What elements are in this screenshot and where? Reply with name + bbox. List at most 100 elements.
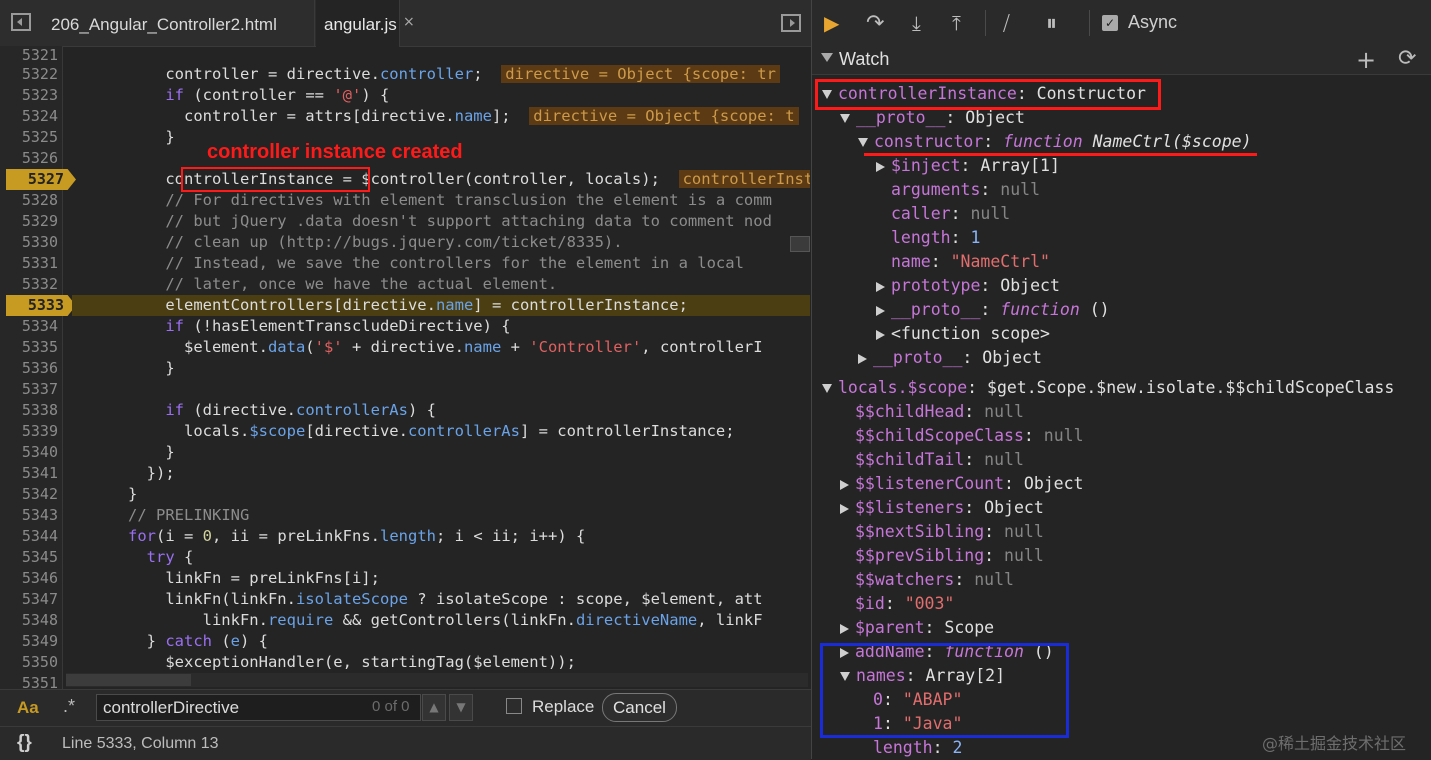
pause-on-exceptions-icon[interactable]: ⏸	[1046, 11, 1057, 36]
tree-row-proto2[interactable]: __proto__: Object	[858, 346, 1042, 370]
search-result-count: 0 of 0	[372, 698, 410, 715]
code-line-5322: controller = directive.controller; direc…	[72, 64, 810, 85]
tree-row-name: name: "NameCtrl"	[891, 252, 1050, 271]
cancel-button[interactable]: Cancel	[602, 693, 677, 722]
tree-row-nextsibling: $$nextSibling: null	[855, 522, 1044, 541]
scroll-marker[interactable]	[790, 236, 810, 252]
line-number[interactable]: 5331	[0, 253, 60, 274]
line-number[interactable]: 5335	[0, 337, 60, 358]
tree-row-parent[interactable]: $parent: Scope	[840, 616, 994, 640]
annotation-box-controllerinstance	[181, 167, 370, 192]
code-line-5331: // Instead, we save the controllers for …	[165, 254, 744, 272]
tree-row-function-scope[interactable]: <function scope>	[876, 322, 1050, 346]
code-line-5335: $element.data('$' + directive.name + 'Co…	[72, 338, 763, 356]
line-number[interactable]: 5325	[0, 127, 60, 148]
close-icon[interactable]: ×	[403, 14, 415, 30]
toggle-navigator-icon[interactable]	[11, 13, 31, 31]
tree-row-inject[interactable]: $inject: Array[1]	[876, 154, 1060, 178]
watch-item-locals-scope[interactable]: locals.$scope: $get.Scope.$new.isolate.$…	[822, 376, 1394, 400]
line-number[interactable]: 5344	[0, 526, 60, 547]
horizontal-scrollbar[interactable]	[66, 673, 808, 687]
pretty-print-icon[interactable]: {}	[17, 732, 32, 754]
search-next-button[interactable]: ▼	[449, 694, 473, 721]
line-number[interactable]: 5323	[0, 85, 60, 106]
match-case-toggle[interactable]: Aa	[17, 698, 39, 718]
code-line-5336: }	[72, 359, 175, 377]
code-line-5345: try {	[146, 548, 194, 566]
code-line-5341: });	[72, 464, 175, 482]
line-number[interactable]: 5349	[0, 631, 60, 652]
code-line-5350: $exceptionHandler(e, startingTag($elemen…	[72, 653, 576, 671]
line-number[interactable]: 5345	[0, 547, 60, 568]
annotation-underline-constructor	[864, 153, 1257, 156]
tree-row-prototype[interactable]: prototype: Object	[876, 274, 1060, 298]
line-number[interactable]: 5350	[0, 652, 60, 673]
line-number[interactable]: 5328	[0, 190, 60, 211]
tree-row-childhead: $$childHead: null	[855, 402, 1024, 421]
line-number[interactable]: 5330	[0, 232, 60, 253]
line-number[interactable]: 5332	[0, 274, 60, 295]
debugger-toolbar: ▶ ↷ ⤓ ⤒ ⧸ ⏸ ✓ Async	[812, 0, 1431, 47]
search-prev-button[interactable]: ▲	[422, 694, 446, 721]
deactivate-breakpoints-icon[interactable]: ⧸	[1003, 11, 1010, 35]
code-line-5343: // PRELINKING	[128, 506, 250, 524]
line-number[interactable]: 5341	[0, 463, 60, 484]
toggle-debugger-icon[interactable]	[781, 14, 801, 32]
annotation-box-watch-controllerinstance	[815, 79, 1161, 110]
add-watch-icon[interactable]: +	[1356, 46, 1376, 74]
line-number[interactable]: 5326	[0, 148, 60, 169]
line-number[interactable]: 5333	[6, 295, 76, 316]
line-number[interactable]: 5329	[0, 211, 60, 232]
line-number[interactable]: 5346	[0, 568, 60, 589]
tree-row-listeners[interactable]: $$listeners: Object	[840, 496, 1044, 520]
regex-toggle[interactable]: .*	[63, 696, 75, 717]
line-number[interactable]: 5347	[0, 589, 60, 610]
tree-row-length: length: 1	[891, 228, 981, 247]
tree-row-names-length: length: 2	[873, 738, 963, 757]
async-checkbox[interactable]: ✓	[1102, 15, 1118, 31]
tree-row-caller: caller: null	[891, 204, 1011, 223]
chevron-down-icon[interactable]	[821, 53, 833, 62]
line-number[interactable]: 5339	[0, 421, 60, 442]
line-number[interactable]: 5324	[0, 106, 60, 127]
line-number[interactable]: 5327	[6, 169, 76, 190]
line-number[interactable]: 5340	[0, 442, 60, 463]
tree-row-fn-proto[interactable]: __proto__: function ()	[876, 298, 1110, 322]
line-number[interactable]: 5337	[0, 379, 60, 400]
code-line-5329: // but jQuery .data doesn't support atta…	[165, 212, 772, 230]
tree-row-childscopeclass: $$childScopeClass: null	[855, 426, 1084, 445]
line-number[interactable]: 5334	[0, 316, 60, 337]
annotation-text: controller instance created	[207, 141, 463, 163]
line-number[interactable]: 5343	[0, 505, 60, 526]
tab-html-file[interactable]: 206_Angular_Controller2.html	[40, 0, 315, 46]
watch-title: Watch	[839, 49, 890, 69]
line-number[interactable]: 5338	[0, 400, 60, 421]
step-into-icon[interactable]: ⤓	[912, 11, 921, 35]
line-number[interactable]: 5336	[0, 358, 60, 379]
code-line-5339: locals.$scope[directive.controllerAs] = …	[72, 422, 735, 440]
line-number[interactable]: 5348	[0, 610, 60, 631]
replace-checkbox[interactable]	[506, 698, 522, 714]
tab-bar: 206_Angular_Controller2.html angular.js …	[0, 0, 811, 47]
code-line-5328: // For directives with element transclus…	[165, 191, 772, 209]
tree-row-childtail: $$childTail: null	[855, 450, 1024, 469]
step-over-icon[interactable]: ↷	[866, 11, 884, 36]
refresh-icon[interactable]: ⟳	[1398, 46, 1416, 71]
code-line-5348: linkFn.require && getControllers(linkFn.…	[72, 611, 763, 629]
tree-row-listenercount[interactable]: $$listenerCount: Object	[840, 472, 1084, 496]
scrollbar-thumb[interactable]	[66, 674, 191, 686]
tab-angular-js[interactable]: angular.js	[316, 0, 400, 47]
status-bar: {} Line 5333, Column 13	[0, 726, 811, 760]
resume-icon[interactable]: ▶	[824, 11, 839, 35]
line-number[interactable]: 5342	[0, 484, 60, 505]
tree-row-constructor[interactable]: constructor: function NameCtrl($scope)	[858, 130, 1252, 154]
watch-section-header[interactable]: Watch + ⟳	[812, 46, 1431, 75]
code-line-5346: linkFn = preLinkFns[i];	[72, 569, 380, 587]
tree-row-id: $id: "003"	[855, 594, 955, 613]
step-out-icon[interactable]: ⤒	[952, 11, 961, 35]
line-number[interactable]: 5321	[0, 46, 60, 64]
toolbar-separator	[985, 10, 986, 36]
code-line-5324: controller = attrs[directive.name]; dire…	[72, 106, 810, 127]
search-bar: Aa .* controllerDirective 0 of 0 ▲ ▼ Rep…	[0, 689, 811, 726]
line-number[interactable]: 5322	[0, 64, 60, 85]
